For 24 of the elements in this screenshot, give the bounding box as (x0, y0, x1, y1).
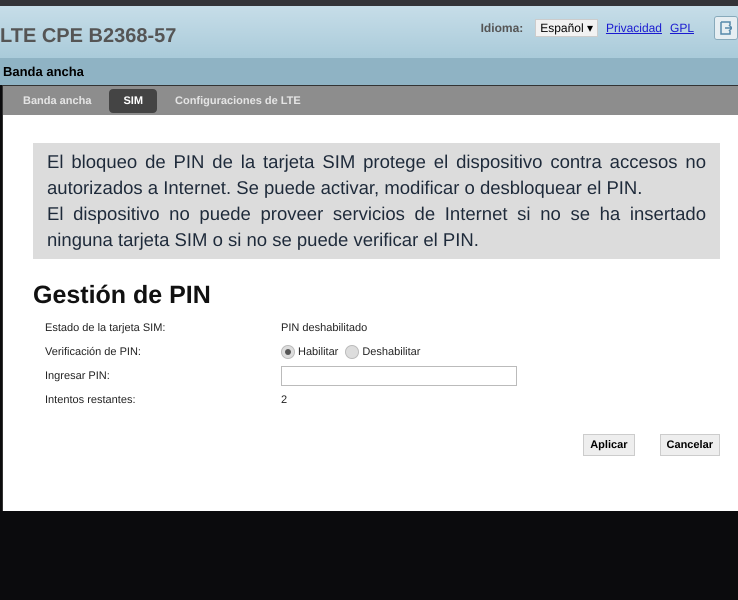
field-value: PIN deshabilitado (281, 322, 368, 334)
header-link[interactable]: GPL (670, 21, 694, 35)
section-title: Banda ancha (2, 64, 84, 79)
field-label: Ingresar PIN: (45, 370, 111, 382)
header-link[interactable]: Privacidad (606, 21, 662, 35)
radio-label: Habilitar (298, 346, 338, 358)
action-button[interactable]: Aplicar (583, 434, 635, 456)
radio-label: Deshabilitar (362, 346, 420, 358)
radio-button[interactable] (345, 345, 360, 359)
action-button[interactable]: Cancelar (660, 434, 720, 456)
language-label: Idioma: (480, 21, 524, 35)
device-title: LTE CPE B2368-57 (0, 25, 176, 48)
field-label: Intentos restantes: (45, 394, 136, 406)
info-text: El dispositivo no puede proveer servicios de Internet si no se ha insertado ninguna tarjeta SIM o si no se puede verificar el PIN. (47, 202, 706, 252)
radio-button[interactable] (281, 345, 295, 359)
pin-input[interactable] (281, 366, 517, 386)
page-heading: Gestión de PIN (33, 281, 212, 310)
info-text: El bloqueo de PIN de la tarjeta SIM protege el dispositivo contra accesos no autorizados a Internet. Se puede activar, modificar o desbloquear el PIN. (47, 150, 706, 200)
field-label: Verificación de PIN: (45, 346, 142, 358)
field-label: Estado de la tarjeta SIM: (45, 322, 166, 334)
logout-icon[interactable] (714, 16, 738, 40)
tab[interactable]: SIM (109, 88, 158, 112)
language-select[interactable]: Español ▾ (535, 19, 598, 37)
field-value: 2 (281, 394, 288, 406)
